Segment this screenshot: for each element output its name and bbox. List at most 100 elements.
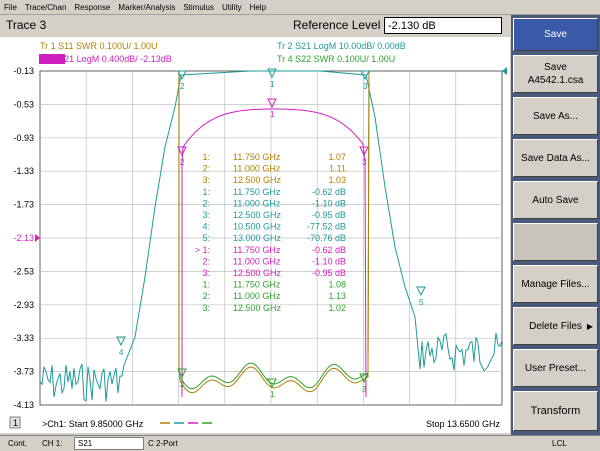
marker-readout-frequency: 13.000 GHz <box>233 233 282 243</box>
menu-response[interactable]: Response <box>74 3 110 12</box>
cal-type: C 2-Port <box>148 439 178 448</box>
y-tick-label: -1.33 <box>13 166 34 176</box>
marker-number: 3 <box>362 158 367 167</box>
menu-utility[interactable]: Utility <box>222 3 242 12</box>
transform-button[interactable]: Transform <box>513 391 598 431</box>
marker-readout-index: 1: <box>202 280 210 290</box>
marker-readout-value: -1.10 dB <box>312 198 346 208</box>
marker-readout-index: 3: <box>202 210 210 220</box>
y-tick-label: -3.33 <box>13 333 34 343</box>
y-tick-label: -0.53 <box>13 99 34 109</box>
marker-number: 2 <box>180 380 185 389</box>
plot-canvas: -0.13 -0.53 -0.93 -1.33 -1.73 -2.13 -2.53 -2.93… <box>9 41 507 429</box>
marker-readout-frequency: 11.000 GHz <box>233 164 281 174</box>
marker-readout-index: 2: <box>202 198 210 208</box>
menu-file[interactable]: File <box>4 3 17 12</box>
menu-help[interactable]: Help <box>250 3 266 12</box>
marker-readout-index: 3: <box>202 268 210 278</box>
marker-triangle <box>267 68 277 79</box>
reference-marker-icon <box>35 234 40 242</box>
menu-trace-chan[interactable]: Trace/Chan <box>25 3 67 12</box>
reference-marker-icon <box>502 67 507 75</box>
marker-readout-frequency: 11.000 GHz <box>233 198 281 208</box>
marker-triangle <box>416 286 426 297</box>
marker-readout-frequency: 10.500 GHz <box>233 222 282 232</box>
marker-readout-value: -77.52 dB <box>307 222 346 232</box>
marker-readout-index: 1: <box>202 152 210 162</box>
series-s11-swr <box>178 70 370 394</box>
trace-legend-3: Tr 3 S21 LogM 0.400dB/ -2.13dB <box>40 54 172 64</box>
marker-readout-frequency: 12.500 GHz <box>233 175 282 185</box>
y-tick-label: -4.13 <box>13 400 34 410</box>
marker-readout-index: 4: <box>202 222 210 232</box>
save-as-button[interactable]: Save As... <box>513 97 598 135</box>
reference-level-label: Reference Level <box>293 18 381 32</box>
y-tick-label: -2.93 <box>13 300 34 310</box>
marker-number: 2 <box>180 82 185 91</box>
menu-bar: File Trace/Chan Response Marker/Analysis… <box>0 0 600 15</box>
active-trace-title: Trace 3 <box>6 18 47 32</box>
y-tick-label: -1.73 <box>13 200 34 210</box>
sweep-mode: Cont. <box>8 439 28 448</box>
marker-number: 4 <box>119 348 124 357</box>
marker-readout-value: -70.76 dB <box>307 233 346 243</box>
y-tick-label: -0.93 <box>13 133 34 143</box>
marker-readout-index: 2: <box>202 256 210 266</box>
marker-number: 5 <box>419 298 424 307</box>
marker-readout-frequency: 11.000 GHz <box>233 256 281 266</box>
marker-readout-frequency: 11.750 GHz <box>233 245 281 255</box>
marker-number: 3 <box>362 385 367 394</box>
y-tick-label: -0.13 <box>13 66 34 76</box>
marker-readout-value: 1.07 <box>328 152 346 162</box>
trace-legend-1: Tr 1 S11 SWR 0.100U/ 1.00U <box>40 41 158 51</box>
marker-readout-value: 1.11 <box>329 164 346 174</box>
marker-number: 2 <box>180 158 185 167</box>
empty-softkey <box>513 223 598 261</box>
local-indicator: LCL <box>552 439 567 448</box>
marker-readout-value: 1.13 <box>328 291 346 301</box>
menu-stimulus[interactable]: Stimulus <box>183 3 214 12</box>
marker-readout-value: -0.95 dB <box>312 268 346 278</box>
marker-readout-value: -0.95 dB <box>312 210 346 220</box>
menu-marker-analysis[interactable]: Marker/Analysis <box>118 3 175 12</box>
marker-readout-frequency: 11.750 GHz <box>233 280 281 290</box>
marker-number: 1 <box>270 390 275 399</box>
y-tick-label: -2.13 <box>13 233 34 243</box>
marker-readout-value: 1.03 <box>328 175 346 185</box>
marker-readout-frequency: 12.500 GHz <box>233 268 282 278</box>
marker-readout-index: 3: <box>202 175 210 185</box>
marker-triangle <box>267 98 277 109</box>
stop-frequency: Stop 13.6500 GHz <box>426 419 501 429</box>
measurement-plot[interactable]: -0.13 -0.53 -0.93 -1.33 -1.73 -2.13 -2.53 -2.93… <box>0 37 510 433</box>
softkey-panel: Save Save A4542.1.csa Save As... Save Dat… <box>511 15 600 435</box>
marker-number: 1 <box>270 110 275 119</box>
manage-files-button[interactable]: Manage Files... <box>513 265 598 303</box>
auto-save-button[interactable]: Auto Save <box>513 181 598 219</box>
reference-level-input[interactable] <box>384 17 502 34</box>
save-state-button[interactable]: Save A4542.1.csa <box>513 55 598 93</box>
save-data-as-button[interactable]: Save Data As... <box>513 139 598 177</box>
y-tick-label: -3.73 <box>13 367 34 377</box>
marker-readout-value: 1.02 <box>328 303 346 313</box>
marker-readout-index: 2: <box>202 291 210 301</box>
marker-readout-frequency: 11.750 GHz <box>233 187 281 197</box>
marker-readout-frequency: 12.500 GHz <box>233 210 282 220</box>
channel-index: 1 <box>13 418 18 428</box>
marker-readout-index: 5: <box>202 233 210 243</box>
marker-readout-value: 1.08 <box>328 280 346 290</box>
y-tick-label: -2.53 <box>13 266 34 276</box>
marker-readout-index: 2: <box>202 164 210 174</box>
trace-legend-4: Tr 4 S22 SWR 0.100U/ 1.00U <box>277 54 395 64</box>
marker-readout-index: > 1: <box>195 245 210 255</box>
submenu-arrow-icon: ▶ <box>586 321 593 331</box>
delete-files-button[interactable]: Delete Files ▶ <box>513 307 598 345</box>
channel-label: CH 1: <box>42 439 63 448</box>
user-preset-button[interactable]: User Preset... <box>513 349 598 387</box>
measurement-param: S21 <box>78 439 93 448</box>
trace-legend-2: Tr 2 S21 LogM 10.00dB/ 0.00dB <box>277 41 406 51</box>
save-button[interactable]: Save <box>513 18 598 51</box>
marker-readout-frequency: 12.500 GHz <box>233 303 282 313</box>
status-bar: Cont. CH 1: S21 C 2-Port LCL <box>0 435 600 451</box>
marker-readout-value: -0.62 dB <box>312 245 346 255</box>
start-frequency: >Ch1: Start 9.85000 GHz <box>42 419 144 429</box>
